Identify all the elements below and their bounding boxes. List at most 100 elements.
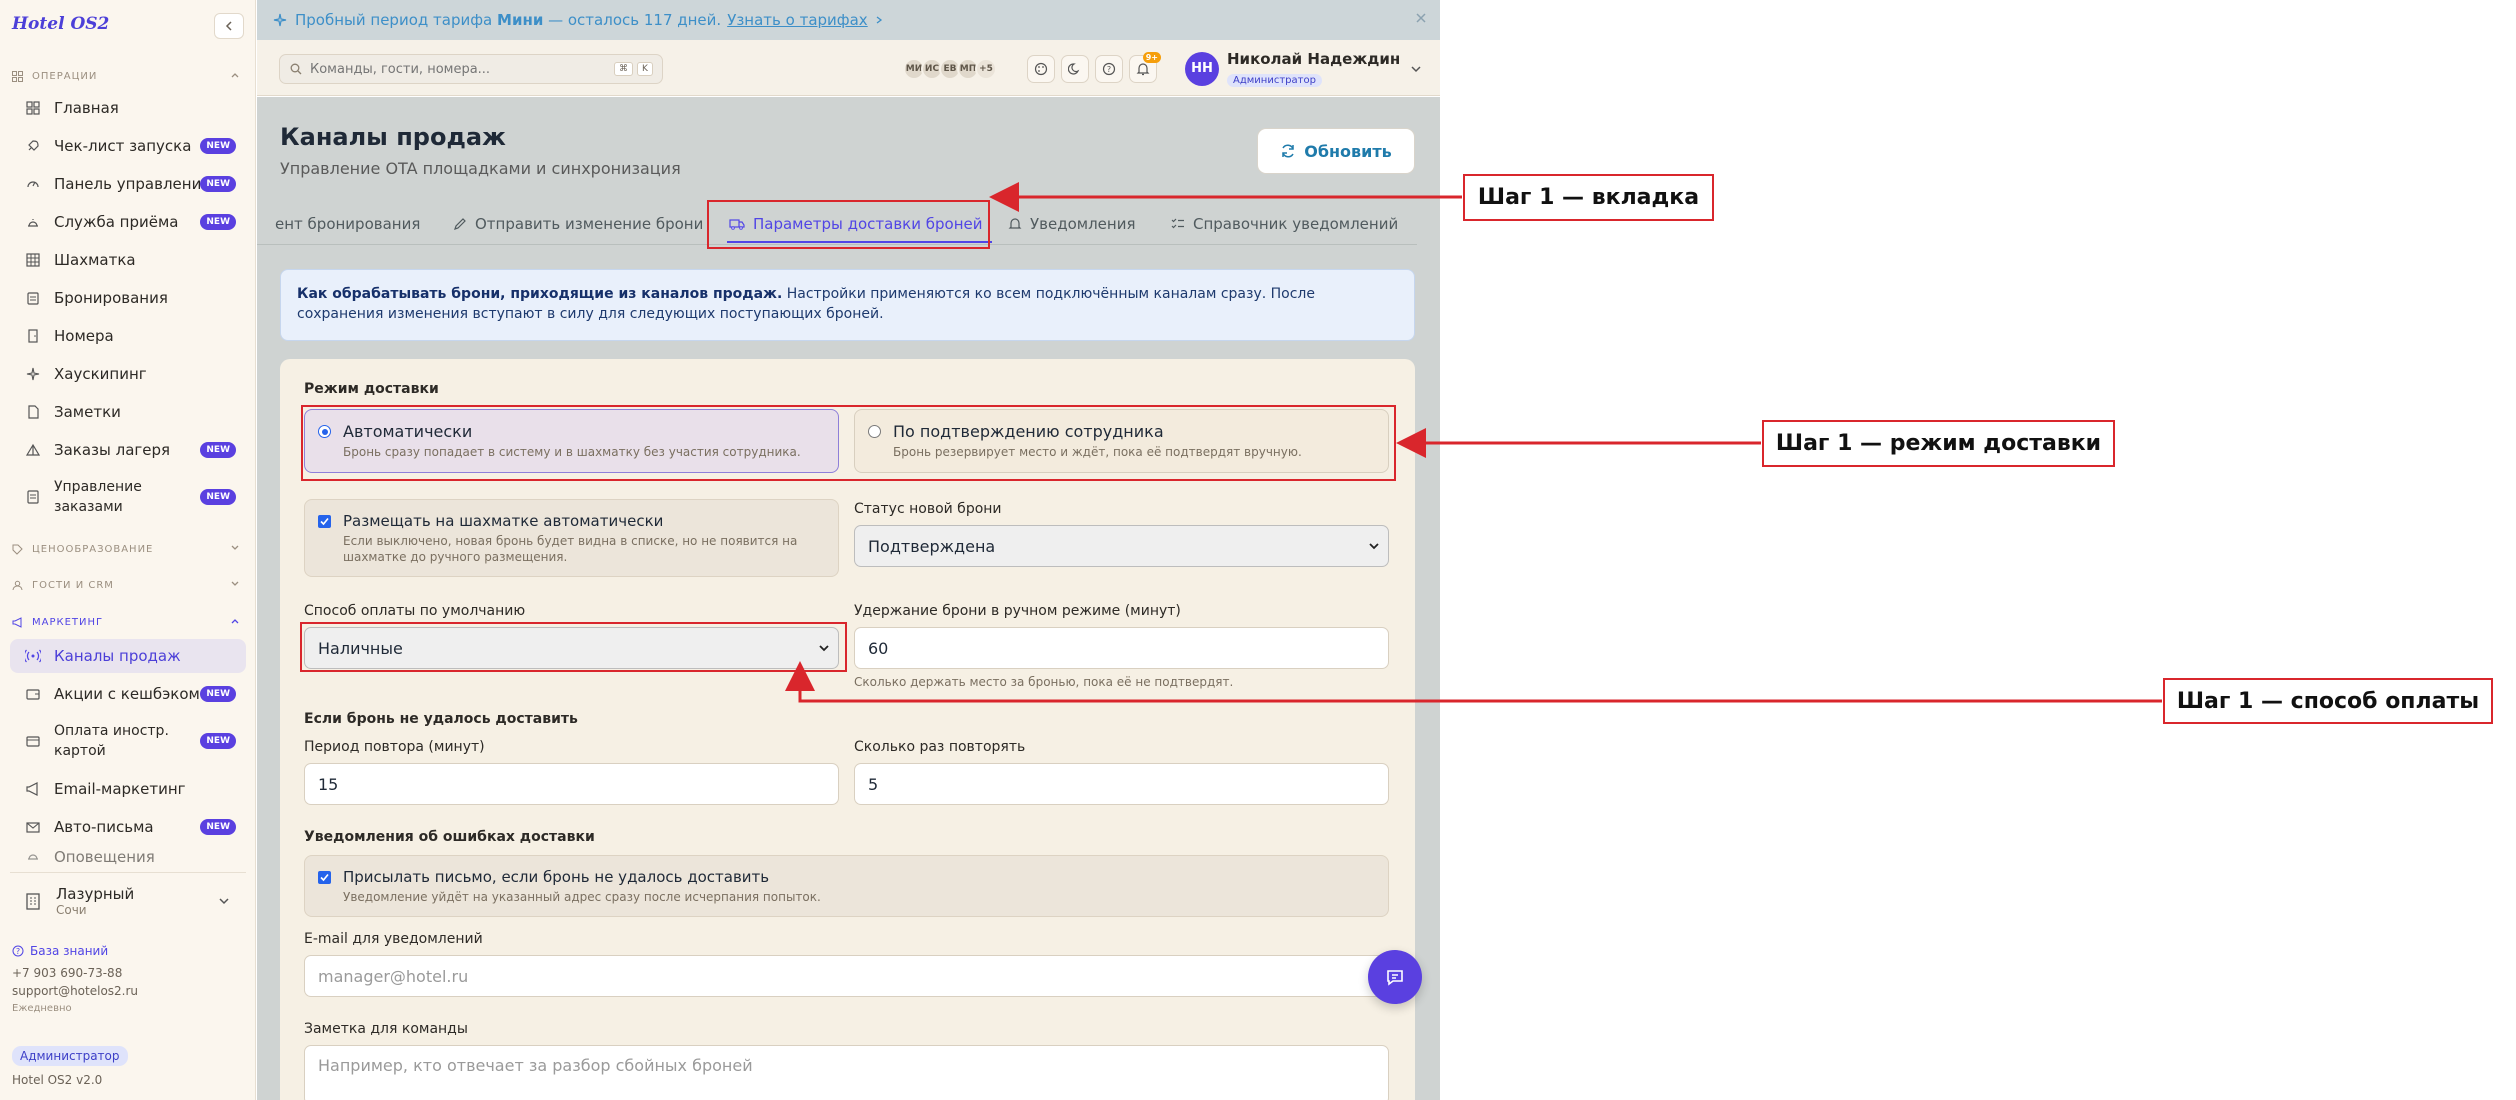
auto-place-checkbox-row[interactable]: Размещать на шахматке автоматически Если… [304,499,839,577]
command-search[interactable]: ⌘ K [279,54,663,84]
sidebar-item-sales-channels[interactable]: Каналы продаж [10,639,246,673]
sidebar-item-home[interactable]: Главная [10,91,246,125]
checkbox-title: Размещать на шахматке автоматически [343,512,664,530]
sidebar-item-housekeeping[interactable]: Хаускипинг [10,357,246,391]
close-icon[interactable] [1414,11,1428,25]
chevron-down-icon [219,898,229,905]
sidebar-item-label: Заметки [54,403,121,421]
new-badge: NEW [200,442,236,458]
section-operations[interactable]: Операции [12,65,244,87]
refresh-button[interactable]: Обновить [1257,128,1415,174]
sidebar-item-order-management[interactable]: Управление заказами NEW [10,473,246,521]
input-value: 15 [318,774,339,794]
team-note-textarea[interactable]: Например, кто отвечает за разбор сбойных… [304,1045,1389,1100]
notification-email-input[interactable]: manager@hotel.ru [304,955,1389,997]
support-block: ? База знаний +7 903 690-73-88 support@h… [12,942,138,1018]
section-guests-crm[interactable]: Гости и CRM [12,574,244,596]
highlight-delivery-mode [301,405,1396,481]
hold-minutes-input[interactable]: 60 [854,627,1389,669]
online-users[interactable]: МИ ИС ЕВ МП +5 [903,58,997,80]
retry-count-input[interactable]: 5 [854,763,1389,805]
search-input[interactable] [310,61,610,77]
sidebar-item-dashboard[interactable]: Панель управления NEW [10,167,246,201]
chat-button[interactable] [1368,950,1422,1004]
grid-icon [12,70,26,82]
tariffs-link[interactable]: Узнать о тарифах [727,11,868,29]
new-badge: NEW [200,686,236,702]
input-value: 60 [868,638,889,658]
sidebar-item-label: Авто-письма [54,818,154,836]
table-icon [22,253,44,267]
sidebar-item-notes[interactable]: Заметки [10,395,246,429]
tab-send-booking-change[interactable]: Отправить изменение брони [453,203,703,245]
chevron-down-icon [231,545,239,550]
broadcast-icon [22,649,44,663]
pencil-icon [454,218,466,230]
trial-banner: Пробный период тарифа Мини — осталось 11… [257,0,1440,40]
app-version: Hotel OS2 v2.0 [12,1073,103,1087]
select-value: Подтверждена [868,536,996,556]
shortcut-key-k: K [637,62,653,76]
sidebar-item-launch-checklist[interactable]: Чек-лист запуска NEW [10,129,246,163]
help-button[interactable]: ? [1095,55,1123,83]
refresh-label: Обновить [1304,141,1392,161]
sidebar-item-foreign-card-payment[interactable]: Оплата иностр. картой NEW [10,717,246,765]
knowledge-base-link[interactable]: ? База знаний [12,942,138,960]
role-badge: Администратор [12,1046,128,1066]
tab-booking-event[interactable]: ент бронирования [275,203,420,245]
gauge-icon [22,177,44,191]
tab-notifications[interactable]: Уведомления [1008,203,1135,245]
brand-logo[interactable]: Hotel OS2 [12,14,109,34]
section-pricing[interactable]: Ценообразование [12,538,244,560]
hotel-switcher[interactable]: Лазурный Сочи [10,872,246,928]
retry-section-title: Если бронь не удалось доставить [304,711,578,727]
notifications-button[interactable]: 9+ [1129,52,1161,83]
wallet-icon [22,687,44,701]
support-hours: Ежедневно [12,1003,72,1014]
sidebar-item-cashback-promos[interactable]: Акции с кешбэком NEW [10,677,246,711]
theme-palette-button[interactable] [1027,55,1055,83]
help-circle-icon: ? [1102,62,1116,76]
section-label: Операции [32,70,98,82]
svg-text:?: ? [16,947,20,956]
notify-on-failure-checkbox[interactable] [318,871,331,884]
support-phone[interactable]: +7 903 690-73-88 [12,964,138,982]
sidebar-item-label: Оплата иностр. картой [54,723,169,759]
sidebar-item-rooms[interactable]: Номера [10,319,246,353]
new-booking-status-select[interactable]: Подтверждена [854,525,1389,567]
new-booking-status-label: Статус новой брони [854,501,1002,517]
sidebar-item-auto-emails[interactable]: Авто-письма NEW [10,810,246,844]
megaphone-icon [12,616,26,628]
sidebar-item-label: Заказы лагеря [54,441,171,459]
clipboard-icon [22,291,44,305]
dark-mode-button[interactable] [1061,55,1089,83]
palette-icon [1034,62,1048,76]
sidebar-item-bookings[interactable]: Бронирования [10,281,246,315]
trial-plan: Мини [497,11,544,29]
search-icon [290,63,302,75]
list-icon [22,490,44,504]
sidebar-item-label: Панель управления [54,175,211,193]
notify-on-failure-row[interactable]: Присылать письмо, если бронь не удалось … [304,855,1389,917]
callout-delivery-mode: Шаг 1 — режим доставки [1762,420,2115,467]
chevron-down-icon [1411,65,1421,72]
sidebar-item-alerts[interactable]: Оповещения [10,848,246,870]
sidebar-item-label: Номера [54,327,114,345]
sidebar-item-label: Чек-лист запуска [54,137,192,155]
sidebar-item-front-desk[interactable]: Служба приёма NEW [10,205,246,239]
sidebar-item-camp-orders[interactable]: Заказы лагеря NEW [10,433,246,467]
user-menu[interactable]: НН Николай Надеждин Администратор [1185,50,1422,87]
tab-notification-reference[interactable]: Справочник уведомлений [1171,203,1398,245]
auto-place-checkbox[interactable] [318,515,331,528]
section-marketing[interactable]: Маркетинг [12,611,244,633]
sidebar-item-chessboard[interactable]: Шахматка [10,243,246,277]
checkbox-title: Присылать письмо, если бронь не удалось … [343,868,770,886]
retry-period-input[interactable]: 15 [304,763,839,805]
sidebar-item-email-marketing[interactable]: Email-маркетинг [10,772,246,806]
collapse-sidebar-button[interactable] [214,13,244,39]
sidebar-item-label: Акции с кешбэком [54,685,200,703]
chevron-down-icon [1369,543,1379,550]
support-email[interactable]: support@hotelos2.ru [12,982,138,1000]
retry-count-label: Сколько раз повторять [854,739,1026,755]
tab-label: Уведомления [1030,215,1136,233]
